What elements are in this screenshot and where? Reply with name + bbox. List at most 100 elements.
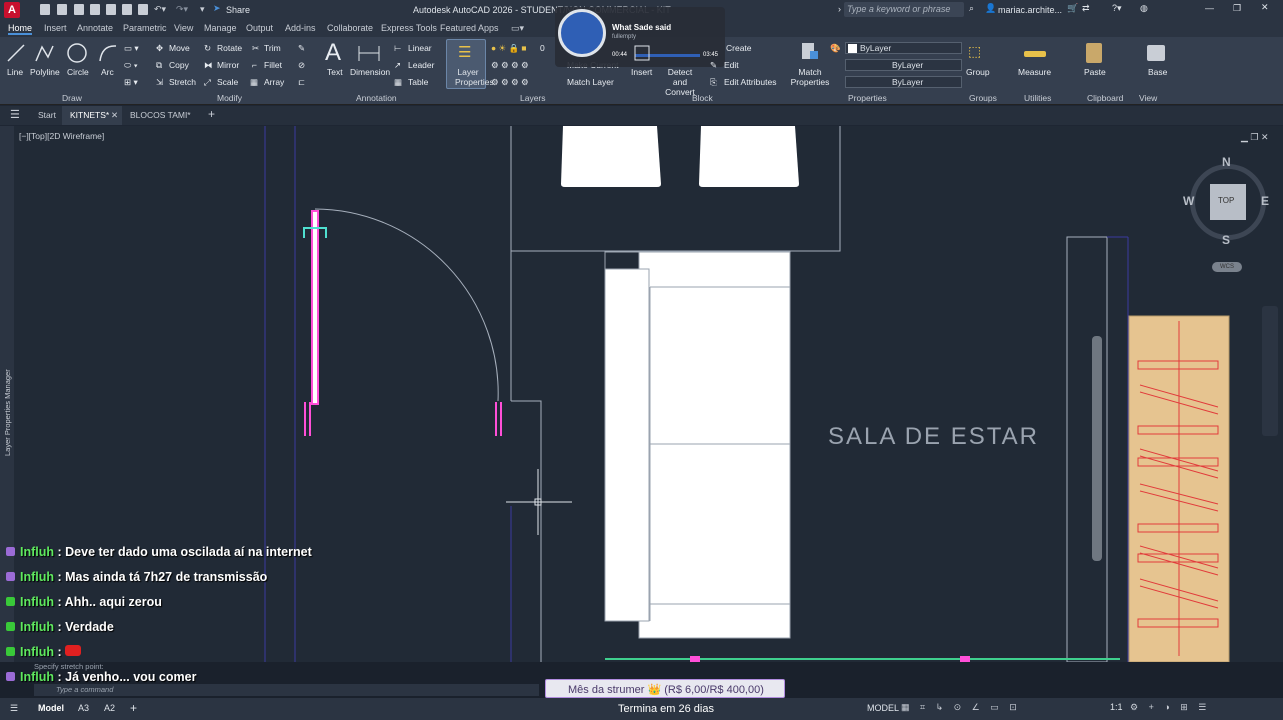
boundary-icon[interactable]: ⊞ ▾ xyxy=(124,77,138,88)
measure-icon[interactable] xyxy=(1024,51,1046,57)
annotation-panel-title[interactable]: Annotation xyxy=(356,93,397,103)
viewcube-north[interactable]: N xyxy=(1222,155,1231,169)
add-layout-icon[interactable]: + xyxy=(130,701,137,715)
tab-parametric[interactable]: Parametric xyxy=(123,23,167,33)
restore-icon[interactable]: ❐ xyxy=(1233,3,1241,14)
layer-toggle-icons[interactable]: ● ☀ 🔒 ■ xyxy=(491,43,527,54)
linetype-dropdown[interactable]: ByLayer xyxy=(845,59,962,71)
base-view-icon[interactable] xyxy=(1147,45,1165,61)
dimension-button[interactable]: Dimension xyxy=(350,67,390,77)
viewcube-top[interactable]: TOP xyxy=(1210,184,1246,220)
redo-icon[interactable]: ↷▾ xyxy=(176,4,188,15)
tab-annotate[interactable]: Annotate xyxy=(77,23,113,33)
layer-tools-row2[interactable]: ⚙ ⚙ ⚙ ⚙ xyxy=(491,77,529,88)
trim-button[interactable]: Trim xyxy=(264,43,281,53)
menu-icon[interactable]: ☰ xyxy=(10,108,20,121)
modify-panel-title[interactable]: Modify xyxy=(217,93,242,103)
edit-block-button[interactable]: Edit xyxy=(724,60,739,70)
status-tools-icons[interactable]: ⚙ + ◑ ⊞ ☰ xyxy=(1130,702,1210,713)
account-icon[interactable]: ◍ xyxy=(1140,3,1148,14)
leader-button[interactable]: Leader xyxy=(408,60,434,70)
stretch-button[interactable]: Stretch xyxy=(169,77,196,87)
tab-addins[interactable]: Add-ins xyxy=(285,23,316,33)
model-space-button[interactable]: MODEL xyxy=(867,703,899,713)
paste-button[interactable]: Paste xyxy=(1084,67,1106,77)
array-button[interactable]: Array xyxy=(264,77,284,87)
arc-button[interactable]: Arc xyxy=(101,67,114,77)
help-search-input[interactable]: Type a keyword or phrase xyxy=(844,2,964,17)
cloud-icon[interactable] xyxy=(122,4,132,15)
tab-a3[interactable]: A3 xyxy=(78,703,89,713)
lineweight-dropdown[interactable]: ByLayer xyxy=(845,76,962,88)
arc-icon[interactable] xyxy=(98,43,118,63)
save-icon[interactable] xyxy=(74,4,84,15)
user-menu[interactable]: mariac.archite... xyxy=(998,5,1062,15)
match-layer-button[interactable]: Match Layer xyxy=(567,77,614,87)
properties-panel-title[interactable]: Properties xyxy=(848,93,887,103)
tab-express-tools[interactable]: Express Tools xyxy=(381,23,437,33)
base-button[interactable]: Base xyxy=(1148,67,1167,77)
viewcube-west[interactable]: W xyxy=(1183,194,1194,208)
tab-a2[interactable]: A2 xyxy=(104,703,115,713)
tab-blocos[interactable]: BLOCOS TAMI* xyxy=(130,110,191,120)
view-panel-title[interactable]: View xyxy=(1139,93,1157,103)
layers-panel-title[interactable]: Layers xyxy=(520,93,546,103)
measure-button[interactable]: Measure xyxy=(1018,67,1051,77)
share-button[interactable]: Share xyxy=(226,5,250,15)
erase-icon[interactable]: ✎ xyxy=(298,43,305,54)
polyline-button[interactable]: Polyline xyxy=(30,67,60,77)
share-icon[interactable]: ➤ xyxy=(213,3,221,14)
cart-icon[interactable]: 🛒 xyxy=(1067,3,1078,14)
circle-button[interactable]: Circle xyxy=(67,67,89,77)
scale-button[interactable]: Scale xyxy=(217,77,238,87)
table-button[interactable]: Table xyxy=(408,77,428,87)
fillet-button[interactable]: Fillet xyxy=(264,60,282,70)
linear-button[interactable]: Linear xyxy=(408,43,432,53)
insert-button[interactable]: Insert xyxy=(631,67,652,77)
draw-panel-title[interactable]: Draw xyxy=(62,93,82,103)
wcs-menu[interactable]: WCS xyxy=(1212,262,1242,272)
minimize-icon[interactable]: — xyxy=(1205,3,1214,13)
clipboard-panel-title[interactable]: Clipboard xyxy=(1087,93,1123,103)
explode-icon[interactable]: ⊘ xyxy=(298,60,305,71)
create-block-button[interactable]: Create xyxy=(726,43,752,53)
exchange-icon[interactable]: ⇄ xyxy=(1082,3,1090,14)
navigation-bar[interactable] xyxy=(1262,306,1278,436)
offset-icon[interactable]: ⊏ xyxy=(298,77,305,88)
tab-insert[interactable]: Insert xyxy=(44,23,67,33)
match-properties-icon[interactable] xyxy=(798,41,820,63)
tab-output[interactable]: Output xyxy=(246,23,273,33)
tab-close-icon[interactable]: ✕ xyxy=(111,110,118,121)
line-icon[interactable] xyxy=(6,43,26,63)
layer-properties-button[interactable]: ☰ Layer Properties xyxy=(446,39,494,89)
tab-view[interactable]: View xyxy=(174,23,193,33)
tab-kitnets[interactable]: KITNETS* xyxy=(70,110,109,120)
status-toggle-icons[interactable]: ▦ ⌗ ↳ ⊙ ∠ ▭ ⊡ xyxy=(901,702,1021,713)
mirror-button[interactable]: Mirror xyxy=(217,60,239,70)
groups-panel-title[interactable]: Groups xyxy=(969,93,997,103)
paste-icon[interactable] xyxy=(1086,43,1102,63)
command-input[interactable]: Type a command xyxy=(34,684,539,696)
block-panel-title[interactable]: Block xyxy=(692,93,713,103)
group-button[interactable]: Group xyxy=(966,67,990,77)
group-icon[interactable]: ⬚ xyxy=(968,43,981,60)
qat-menu-icon[interactable]: ▾ xyxy=(200,4,205,15)
help-icon[interactable]: ?▾ xyxy=(1112,3,1122,14)
undo-icon[interactable]: ↶▾ xyxy=(154,4,166,15)
web-icon[interactable] xyxy=(106,4,116,15)
open-file-icon[interactable] xyxy=(57,4,67,15)
save-as-icon[interactable] xyxy=(90,4,100,15)
scale-button[interactable]: 1:1 xyxy=(1110,702,1123,712)
tab-manage[interactable]: Manage xyxy=(204,23,237,33)
tab-start[interactable]: Start xyxy=(38,110,56,120)
edit-attributes-button[interactable]: Edit Attributes xyxy=(724,77,776,87)
viewcube-south[interactable]: S xyxy=(1222,233,1230,247)
dimension-icon[interactable] xyxy=(357,43,381,63)
rotate-button[interactable]: Rotate xyxy=(217,43,242,53)
text-button[interactable]: Text xyxy=(327,67,343,77)
close-icon[interactable]: ✕ xyxy=(1261,2,1269,13)
current-layer[interactable]: 0 xyxy=(540,43,545,53)
tab-featured-apps[interactable]: Featured Apps xyxy=(440,23,499,33)
text-icon[interactable]: A xyxy=(325,39,341,67)
insert-icon[interactable] xyxy=(632,43,652,63)
